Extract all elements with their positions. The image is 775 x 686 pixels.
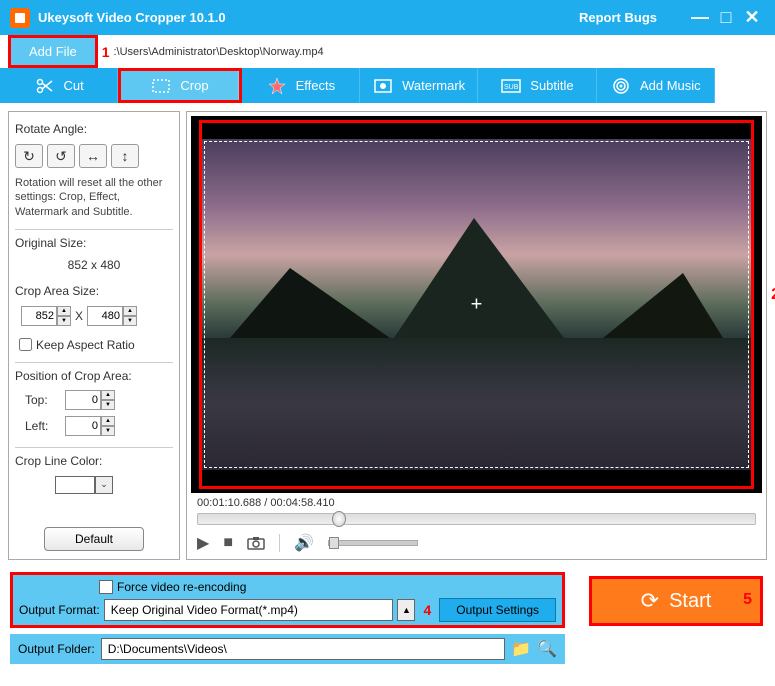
color-swatch <box>55 476 95 494</box>
crop-area-size-label: Crop Area Size: <box>15 284 173 298</box>
music-icon <box>610 75 632 97</box>
annotation-box-5: ⟳ Start 5 <box>589 576 763 626</box>
snapshot-button[interactable] <box>247 536 265 550</box>
annotation-1: 1 <box>102 44 110 60</box>
annotation-box-2 <box>199 120 754 489</box>
tab-crop[interactable]: Crop <box>121 71 238 100</box>
volume-knob[interactable] <box>329 537 339 549</box>
color-dropdown[interactable]: ⌄ <box>95 476 113 494</box>
flip-vertical-button[interactable]: ↕ <box>111 144 139 168</box>
original-size-value: 852 x 480 <box>15 258 173 272</box>
seek-bar[interactable] <box>197 513 756 525</box>
report-bugs-link[interactable]: Report Bugs <box>579 10 657 25</box>
keep-aspect-label: Keep Aspect Ratio <box>36 338 135 352</box>
open-folder-icon[interactable]: 🔍 <box>537 639 557 659</box>
output-folder-label: Output Folder: <box>18 642 95 656</box>
force-reencode-checkbox[interactable] <box>99 580 113 594</box>
output-format-value: Keep Original Video Format(*.mp4) <box>111 603 298 617</box>
tab-bar: Cut Crop Effects Watermark SUB Subtitle … <box>0 68 775 103</box>
crop-line-color-label: Crop Line Color: <box>15 454 173 468</box>
crop-width-input[interactable]: ▲▼ <box>21 306 71 326</box>
video-preview[interactable]: + 2 <box>191 116 762 493</box>
keep-aspect-ratio-checkbox[interactable] <box>19 338 32 351</box>
tab-crop-label: Crop <box>180 78 208 93</box>
top-input[interactable]: ▲▼ <box>65 390 115 410</box>
tab-cut-label: Cut <box>64 78 84 93</box>
file-bar: Add File 1 :\Users\Administrator\Desktop… <box>0 35 775 68</box>
browse-folder-icon[interactable]: 📁 <box>511 639 531 659</box>
top-label: Top: <box>25 393 55 407</box>
flip-horizontal-button[interactable]: ↔ <box>79 144 107 168</box>
tab-cut[interactable]: Cut <box>0 68 118 103</box>
volume-icon[interactable]: 🔊 <box>294 533 314 553</box>
default-button[interactable]: Default <box>44 527 144 551</box>
stop-button[interactable]: ■ <box>223 534 233 552</box>
annotation-4: 4 <box>423 602 431 618</box>
seek-knob[interactable] <box>332 511 346 527</box>
play-button[interactable]: ▶ <box>197 533 209 553</box>
refresh-icon: ⟳ <box>641 588 659 614</box>
main-area: Rotate Angle: ↻ ↺ ↔ ↕ Rotation will rese… <box>0 103 775 568</box>
volume-slider[interactable] <box>328 540 418 546</box>
svg-text:SUB: SUB <box>504 84 519 91</box>
crop-settings-panel: Rotate Angle: ↻ ↺ ↔ ↕ Rotation will rese… <box>8 111 180 560</box>
scissors-icon <box>34 75 56 97</box>
tab-music-label: Add Music <box>640 78 701 93</box>
start-label: Start <box>669 590 711 613</box>
tab-effects-label: Effects <box>296 78 336 93</box>
effects-icon <box>266 75 288 97</box>
crop-height-input[interactable]: ▲▼ <box>87 306 137 326</box>
tab-watermark[interactable]: Watermark <box>360 68 478 103</box>
add-file-button[interactable]: Add File <box>11 38 95 65</box>
watermark-icon <box>372 75 394 97</box>
force-reencode-label: Force video re-encoding <box>117 580 246 594</box>
rotation-note: Rotation will reset all the other settin… <box>15 176 173 219</box>
subtitle-icon: SUB <box>500 75 522 97</box>
height-up[interactable]: ▲ <box>123 306 137 316</box>
annotation-box-4: Force video re-encoding Output Format: K… <box>10 572 565 628</box>
crop-icon <box>150 75 172 97</box>
position-label: Position of Crop Area: <box>15 369 173 383</box>
height-down[interactable]: ▼ <box>123 316 137 326</box>
original-size-label: Original Size: <box>15 236 173 250</box>
left-label: Left: <box>25 419 55 433</box>
app-title: Ukeysoft Video Cropper 10.1.0 <box>38 10 579 25</box>
format-dropdown-button[interactable]: ▲ <box>397 599 415 621</box>
tab-subtitle-label: Subtitle <box>530 78 573 93</box>
rotate-angle-label: Rotate Angle: <box>15 122 173 136</box>
file-path: :\Users\Administrator\Desktop\Norway.mp4 <box>114 46 324 58</box>
title-bar: Ukeysoft Video Cropper 10.1.0 Report Bug… <box>0 0 775 35</box>
output-folder-input[interactable] <box>101 638 505 660</box>
x-separator: X <box>75 309 83 323</box>
preview-panel: + 2 00:01:10.688 / 00:04:58.410 ▶ ■ 🔊 <box>186 111 767 560</box>
annotation-2: 2 <box>771 286 775 304</box>
tab-add-music[interactable]: Add Music <box>597 68 715 103</box>
bottom-area: Force video re-encoding Output Format: K… <box>0 568 775 668</box>
annotation-5: 5 <box>743 591 752 609</box>
maximize-button[interactable]: □ <box>713 7 739 28</box>
tab-effects[interactable]: Effects <box>242 68 360 103</box>
left-input[interactable]: ▲▼ <box>65 416 115 436</box>
minimize-button[interactable]: — <box>687 7 713 28</box>
app-logo-icon <box>10 8 30 28</box>
output-format-select[interactable]: Keep Original Video Format(*.mp4) <box>104 599 394 621</box>
tab-watermark-label: Watermark <box>402 78 465 93</box>
width-up[interactable]: ▲ <box>57 306 71 316</box>
output-format-label: Output Format: <box>19 603 100 617</box>
output-folder-row: Output Folder: 📁 🔍 <box>10 634 565 664</box>
annotation-box-1: Add File <box>8 35 98 68</box>
close-button[interactable]: ✕ <box>739 7 765 28</box>
output-settings-button[interactable]: Output Settings <box>439 598 556 622</box>
tab-subtitle[interactable]: SUB Subtitle <box>478 68 596 103</box>
rotate-left-button[interactable]: ↺ <box>47 144 75 168</box>
annotation-box-crop: Crop <box>118 68 241 103</box>
time-display: 00:01:10.688 / 00:04:58.410 <box>191 493 762 511</box>
start-button[interactable]: ⟳ Start <box>592 579 760 623</box>
rotate-right-button[interactable]: ↻ <box>15 144 43 168</box>
width-down[interactable]: ▼ <box>57 316 71 326</box>
